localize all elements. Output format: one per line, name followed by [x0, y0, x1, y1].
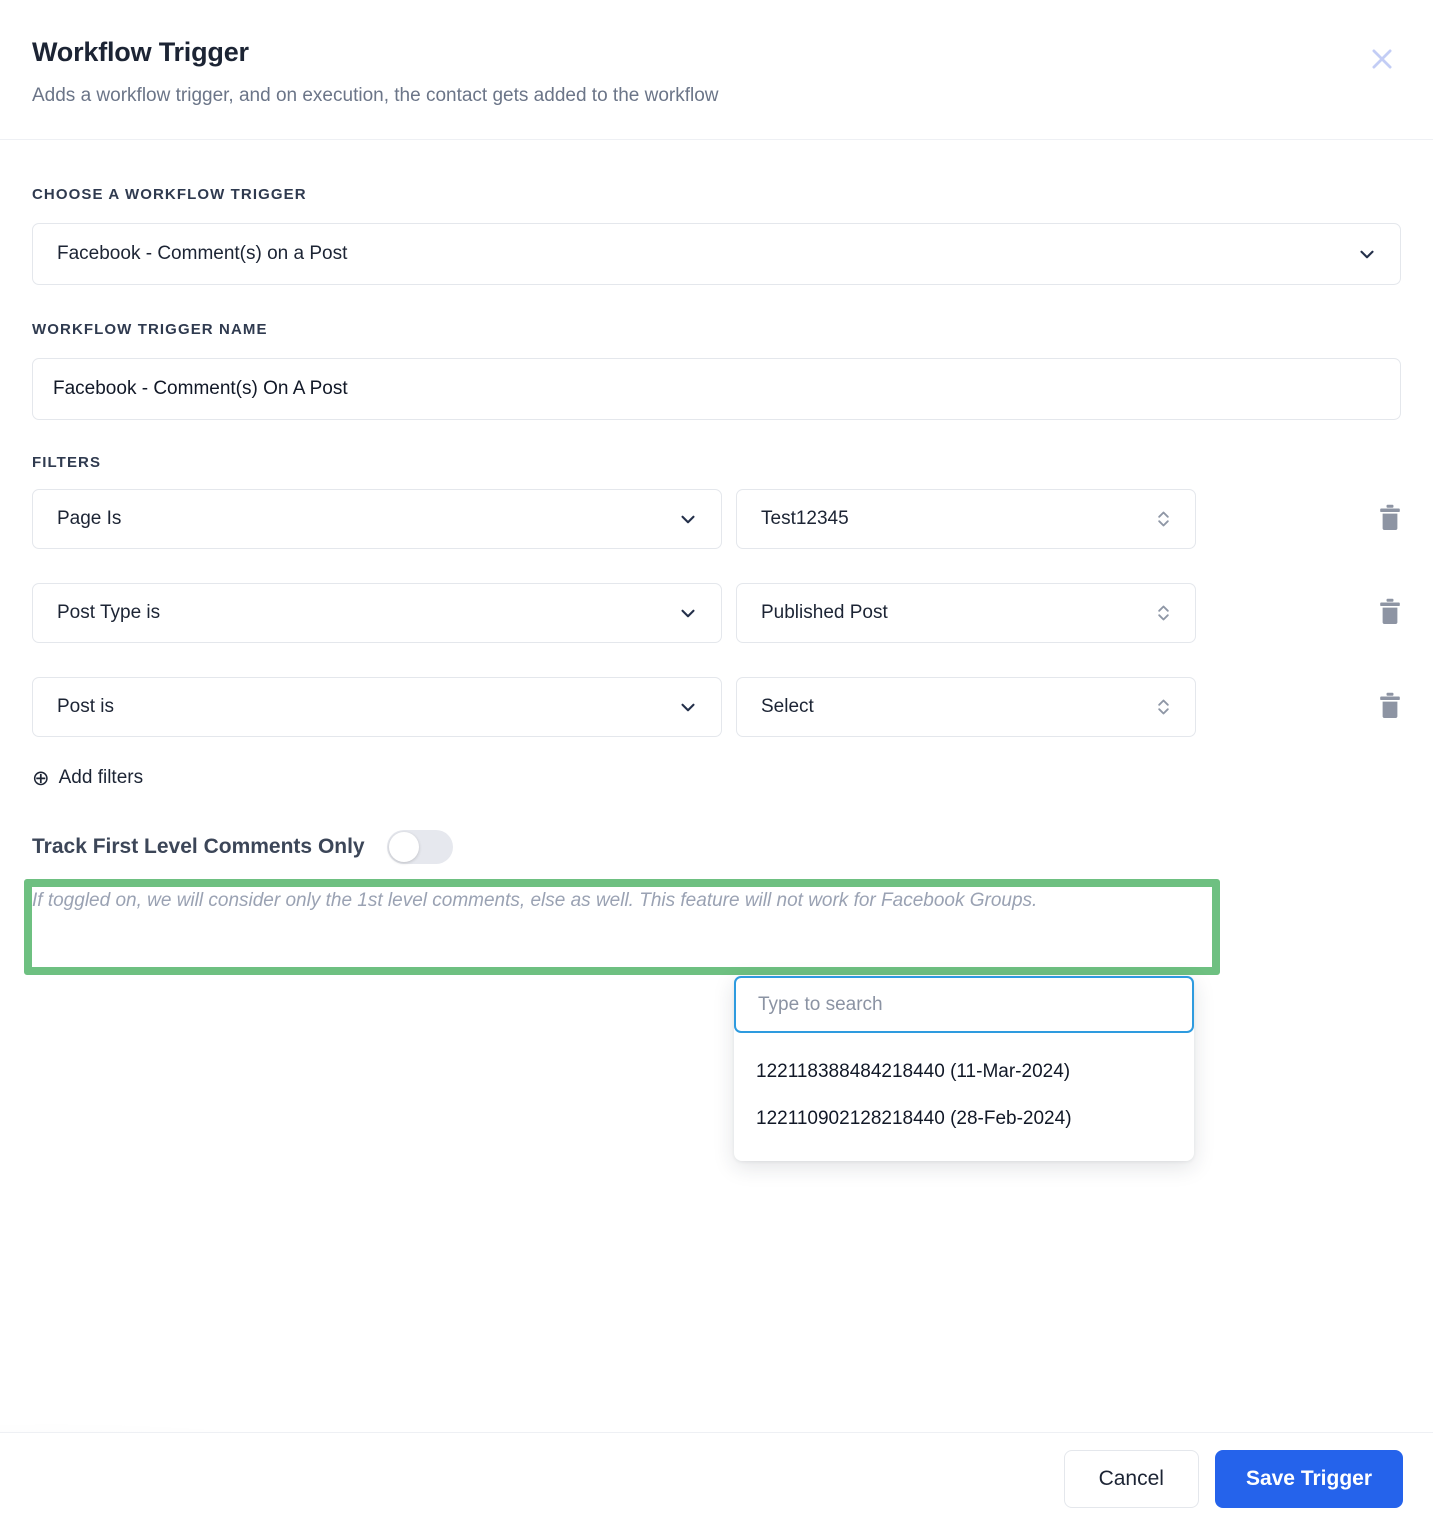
filter-value-text: Select [761, 696, 814, 718]
delete-filter-button[interactable] [1376, 688, 1404, 726]
chevron-updown-icon [1154, 506, 1173, 532]
filter-key-value: Page Is [57, 508, 122, 530]
filter-row: Page Is Test12345 [32, 489, 1404, 550]
trigger-name-input[interactable] [32, 358, 1401, 421]
trigger-name-label: WORKFLOW TRIGGER NAME [32, 321, 268, 339]
filter-value-select[interactable]: Select [736, 677, 1196, 738]
toggle-knob [388, 831, 419, 862]
add-filters-label: Add filters [58, 767, 144, 789]
track-first-level-comments-row: Track First Level Comments Only [32, 829, 1401, 864]
chevron-down-icon [677, 602, 699, 624]
page-title: Workflow Trigger [32, 37, 249, 67]
search-input[interactable] [734, 976, 1194, 1034]
plus-circle-icon: ⊕ [32, 766, 50, 790]
chevron-down-icon [677, 508, 699, 530]
workflow-trigger-modal: Workflow Trigger Adds a workflow trigger… [0, 0, 1433, 1525]
cancel-button[interactable]: Cancel [1063, 1450, 1199, 1508]
filter-row: Post Type is Published Post [32, 583, 1404, 644]
modal-footer: Cancel Save Trigger [0, 1432, 1433, 1525]
workflow-trigger-select-value: Facebook - Comment(s) on a Post [57, 243, 348, 265]
filter-key-select[interactable]: Post Type is [32, 583, 722, 644]
filter-key-value: Post Type is [57, 602, 161, 624]
trash-icon [1376, 691, 1404, 724]
close-button[interactable] [1359, 36, 1405, 82]
filter-value-text: Test12345 [761, 508, 849, 530]
post-select-dropdown: 122118388484218440 (11-Mar-2024) 1221109… [734, 976, 1194, 1161]
track-first-level-comments-toggle[interactable] [386, 829, 453, 864]
add-filters-button[interactable]: ⊕ Add filters [32, 767, 143, 789]
trigger-name-block: WORKFLOW TRIGGER NAME [32, 321, 1401, 421]
dropdown-option[interactable]: 122118388484218440 (11-Mar-2024) [734, 1033, 1194, 1088]
workflow-trigger-select[interactable]: Facebook - Comment(s) on a Post [32, 223, 1401, 286]
filters-block: FILTERS Page Is Test12345 Post Type is P… [32, 454, 1401, 790]
filter-value-select[interactable]: Test12345 [736, 489, 1196, 550]
filter-key-select[interactable]: Page Is [32, 489, 722, 550]
trigger-select-label: CHOOSE A WORKFLOW TRIGGER [32, 186, 307, 204]
trigger-select-block: CHOOSE A WORKFLOW TRIGGER Facebook - Com… [32, 186, 1401, 286]
chevron-down-icon [1356, 243, 1378, 265]
filter-key-select[interactable]: Post is [32, 677, 722, 738]
filter-key-value: Post is [57, 696, 115, 718]
trash-icon [1376, 503, 1404, 536]
filter-row-highlighted: Post is Select [32, 677, 1404, 738]
dropdown-option[interactable]: 122110902128218440 (28-Feb-2024) [734, 1088, 1194, 1135]
track-first-level-comments-label: Track First Level Comments Only [32, 834, 365, 858]
close-icon [1367, 44, 1397, 74]
delete-filter-button[interactable] [1376, 594, 1404, 632]
trash-icon [1376, 597, 1404, 630]
chevron-updown-icon [1154, 694, 1173, 720]
modal-body: CHOOSE A WORKFLOW TRIGGER Facebook - Com… [0, 140, 1433, 1432]
toggle-helper-text: If toggled on, we will consider only the… [32, 889, 1038, 911]
modal-header: Workflow Trigger Adds a workflow trigger… [0, 0, 1433, 141]
filters-label: FILTERS [32, 454, 102, 472]
save-trigger-button[interactable]: Save Trigger [1214, 1450, 1403, 1508]
filter-value-select[interactable]: Published Post [736, 583, 1196, 644]
delete-filter-button[interactable] [1376, 500, 1404, 538]
modal-subtitle: Adds a workflow trigger, and on executio… [32, 85, 719, 107]
chevron-down-icon [677, 696, 699, 718]
chevron-updown-icon [1154, 600, 1173, 626]
filter-value-text: Published Post [761, 602, 888, 624]
